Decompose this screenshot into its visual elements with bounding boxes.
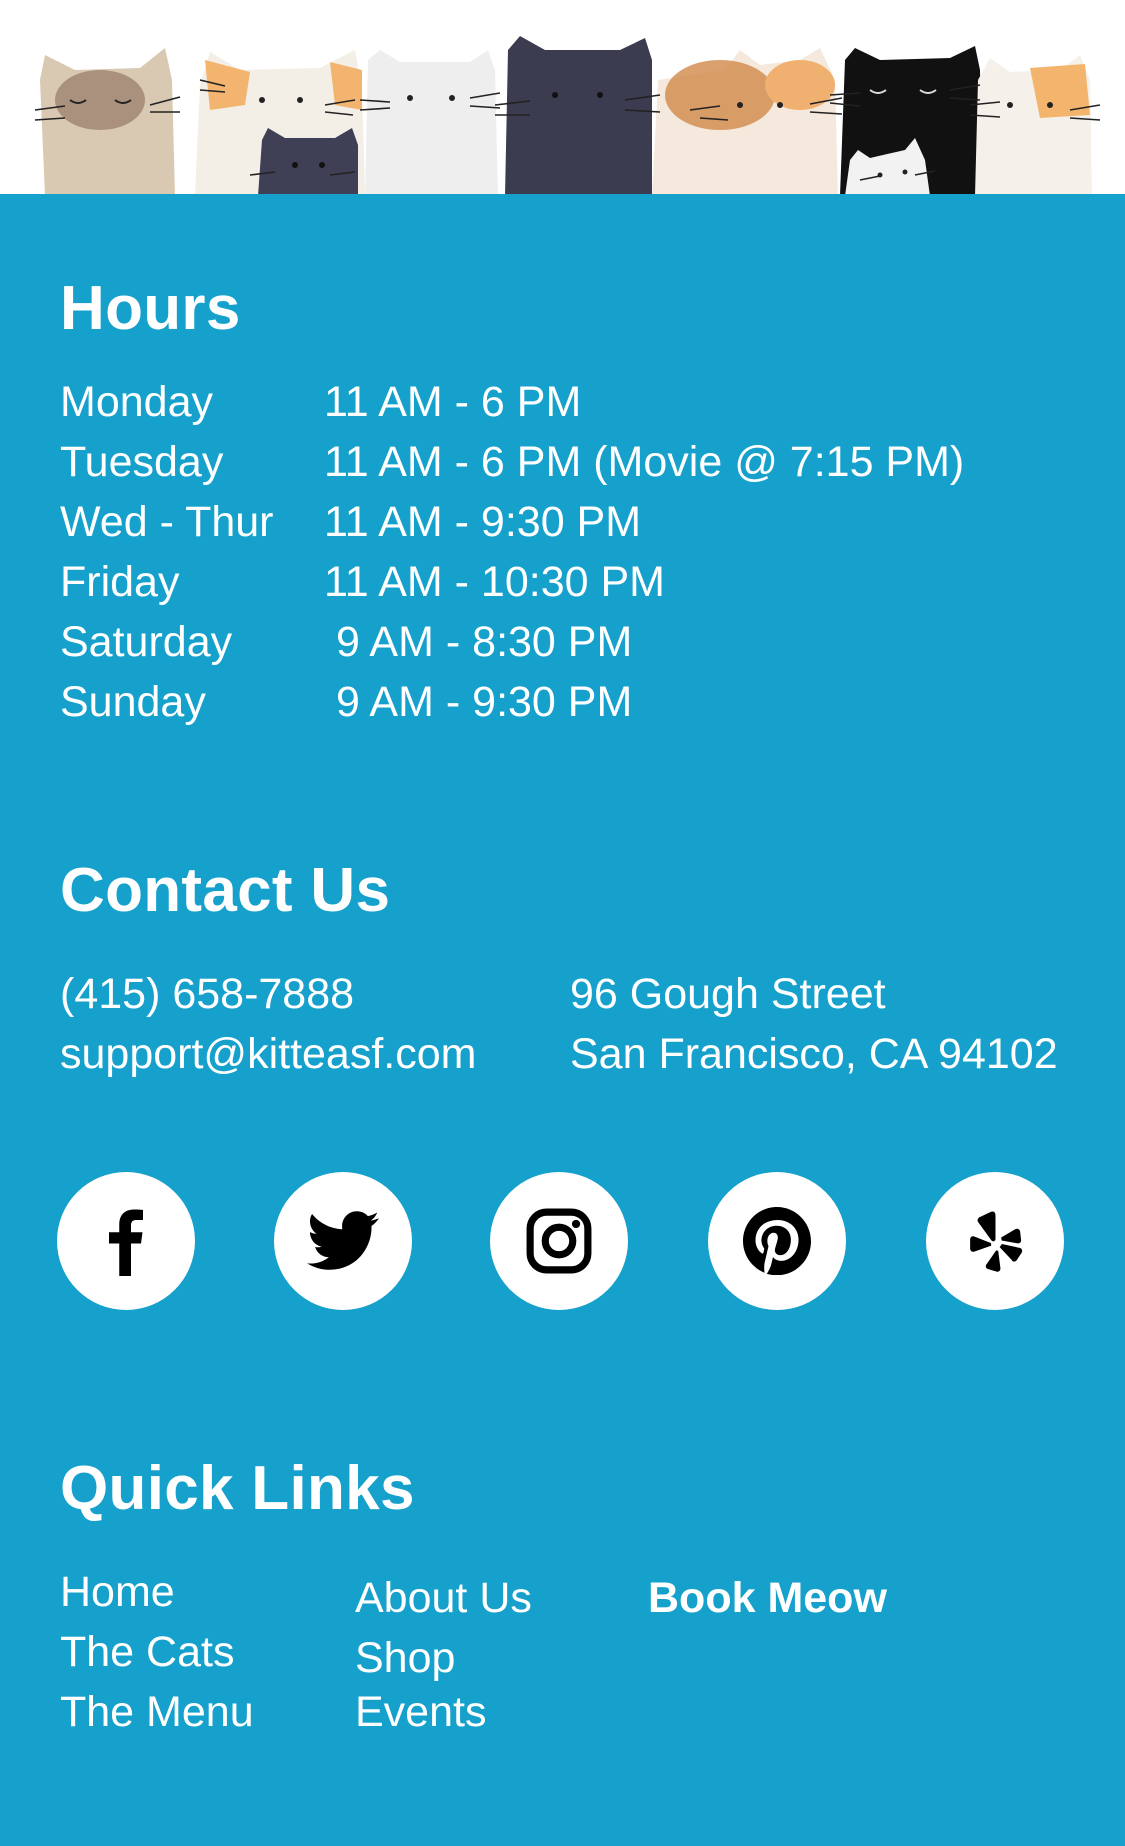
- cat-cream: [975, 55, 1092, 196]
- link-book-meow[interactable]: Book Meow: [648, 1568, 887, 1628]
- cat-small-dark: [258, 128, 358, 196]
- cat-banner: [0, 0, 1125, 196]
- pinterest-icon: [743, 1207, 811, 1275]
- link-home[interactable]: Home: [60, 1562, 175, 1622]
- pinterest-button[interactable]: [708, 1172, 846, 1310]
- hours-time: 9 AM - 9:30 PM: [324, 678, 633, 726]
- yelp-icon: [970, 1211, 1023, 1272]
- cat-orange: [652, 48, 838, 196]
- yelp-button[interactable]: [926, 1172, 1064, 1310]
- instagram-icon: [526, 1208, 592, 1274]
- facebook-button[interactable]: [57, 1172, 195, 1310]
- contact-heading: Contact Us: [60, 856, 391, 925]
- quick-links-heading: Quick Links: [60, 1454, 415, 1523]
- link-the-cats[interactable]: The Cats: [60, 1622, 234, 1682]
- twitter-button[interactable]: [274, 1172, 412, 1310]
- contact-email[interactable]: support@kitteasf.com: [60, 1024, 476, 1084]
- link-events[interactable]: Events: [355, 1682, 486, 1742]
- facebook-icon: [109, 1209, 143, 1276]
- cat-white: [365, 50, 498, 196]
- cat-dark: [505, 36, 652, 196]
- hours-day: Monday: [60, 378, 213, 426]
- contact-phone[interactable]: (415) 658-7888: [60, 964, 354, 1024]
- hours-day: Sunday: [60, 678, 206, 726]
- twitter-icon: [307, 1211, 379, 1270]
- contact-street: 96 Gough Street: [570, 970, 886, 1018]
- hours-day: Friday: [60, 558, 180, 606]
- hours-time: 11 AM - 9:30 PM: [324, 498, 642, 546]
- hours-day: Saturday: [60, 618, 233, 666]
- hours-time: 11 AM - 10:30 PM: [324, 558, 665, 606]
- hours-heading: Hours: [60, 274, 241, 343]
- hours-day: Wed - Thur: [60, 498, 274, 546]
- cat-siamese: [40, 48, 175, 196]
- link-the-menu[interactable]: The Menu: [60, 1682, 254, 1742]
- hours-time: 11 AM - 6 PM (Movie @ 7:15 PM): [324, 438, 965, 486]
- cats-illustration: [34, 36, 1101, 196]
- link-about-us[interactable]: About Us: [355, 1568, 532, 1628]
- contact-city: San Francisco, CA 94102: [570, 1030, 1058, 1078]
- hours-time: 9 AM - 8:30 PM: [324, 618, 633, 666]
- instagram-button[interactable]: [490, 1172, 628, 1310]
- hours-day: Tuesday: [60, 438, 224, 486]
- link-shop[interactable]: Shop: [355, 1628, 455, 1688]
- hours-time: 11 AM - 6 PM: [324, 378, 582, 426]
